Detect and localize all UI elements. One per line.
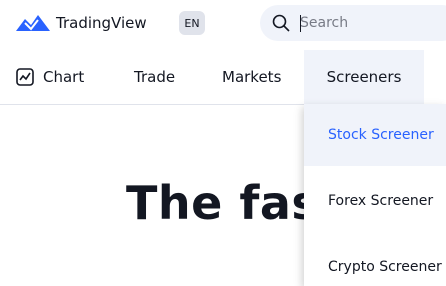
text-caret [300, 15, 301, 32]
nav-chart[interactable]: Chart [16, 50, 84, 104]
nav-trade[interactable]: Trade [134, 50, 175, 104]
screeners-dropdown: Stock Screener Forex Screener Crypto Scr… [304, 104, 446, 286]
top-header: TradingView EN Chart Trade Markets Scree… [0, 0, 446, 105]
search-input[interactable] [300, 13, 446, 33]
logo-icon [16, 15, 50, 31]
menu-item-stock-screener[interactable]: Stock Screener [304, 104, 446, 166]
nav-markets[interactable]: Markets [222, 50, 281, 104]
logo-text: TradingView [56, 14, 147, 32]
language-button[interactable]: EN [179, 11, 205, 35]
menu-item-crypto-screener[interactable]: Crypto Screener [304, 236, 446, 286]
nav-chart-label: Chart [43, 68, 85, 86]
chart-icon [16, 68, 34, 86]
search-box[interactable] [260, 5, 446, 41]
search-icon [272, 14, 290, 32]
tradingview-logo[interactable]: TradingView [16, 11, 147, 35]
nav-screeners[interactable]: Screeners [304, 50, 424, 104]
menu-item-forex-screener[interactable]: Forex Screener [304, 170, 446, 232]
